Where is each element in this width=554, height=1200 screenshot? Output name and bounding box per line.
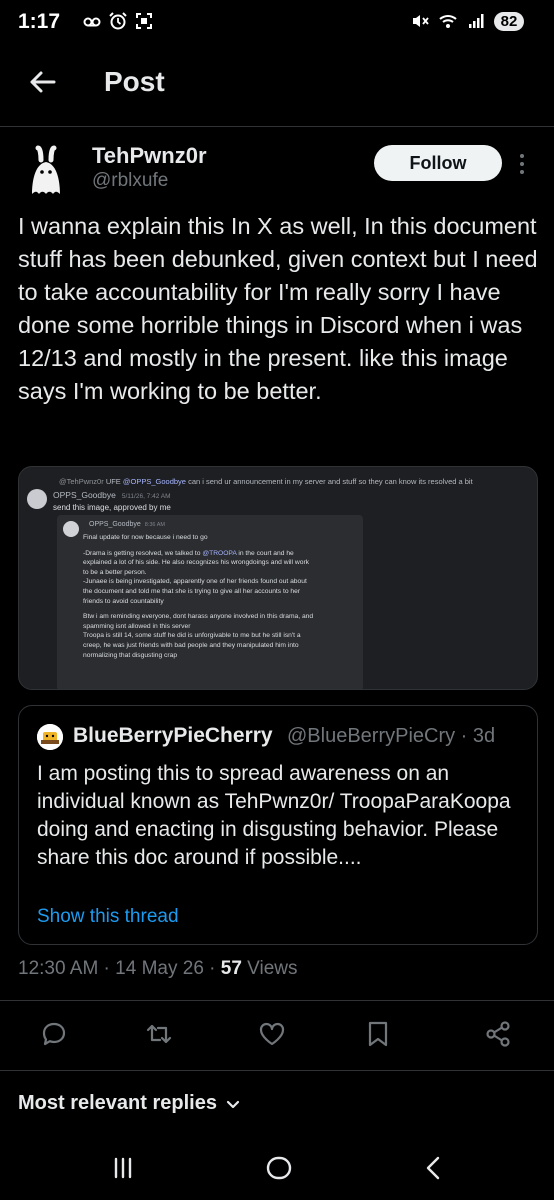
quoted-avatar (37, 724, 63, 750)
status-notification-icons (82, 11, 154, 31)
meta-divider (0, 1000, 554, 1001)
more-options-icon[interactable] (516, 152, 528, 176)
page-title: Post (104, 66, 165, 97)
signal-icon (469, 14, 484, 28)
header-divider (0, 126, 554, 127)
mute-icon (413, 15, 429, 27)
quoted-avatar-icon (37, 724, 63, 750)
bookmark-icon[interactable] (364, 1020, 392, 1048)
views-label: Views (241, 958, 298, 979)
image-inner-avatar (63, 521, 79, 537)
image-inner-line: creep, he was just friends with bad peop… (83, 642, 299, 649)
like-icon[interactable] (258, 1020, 286, 1048)
battery-badge: 82 (494, 11, 524, 31)
image-user-avatar (27, 489, 47, 509)
image-inner-line: Troopa is still 14, some stuff he did is… (83, 632, 301, 640)
image-inner-line: the document and told me that she is try… (83, 588, 301, 595)
recent-apps-icon[interactable] (107, 1152, 139, 1184)
image-inner-line: friends to avoid countability (83, 597, 164, 605)
system-navigation-bar (0, 1140, 554, 1200)
post-image[interactable]: @TehPwnz0r UFE @OPPS_Goodbye can i send … (18, 466, 538, 690)
show-thread-link[interactable]: Show this thread (37, 906, 179, 928)
author-handle[interactable]: @rblxufe (92, 170, 168, 192)
author-avatar[interactable] (18, 142, 74, 198)
post-text: I wanna explain this In X as well, In th… (18, 213, 538, 404)
image-inner-line: to be a better person. (83, 568, 147, 576)
reply-icon[interactable] (40, 1020, 68, 1048)
status-bar: 1:17 82 (0, 0, 554, 44)
alarm-icon (109, 12, 127, 30)
ghost-bunny-icon (18, 142, 74, 198)
image-message-user: OPPS_Goodbye 5/11/26, 7:42 AM (53, 490, 171, 500)
image-inner-line: explained a lot of his side. He also rec… (83, 559, 310, 567)
image-inner-line: normalizing that disgusting crap (83, 651, 178, 659)
home-icon[interactable] (263, 1152, 295, 1184)
image-inner-message: OPPS_Goodbye 8:36 AM Final update for now… (57, 515, 363, 689)
status-system-icons: 82 (410, 11, 524, 31)
wifi-icon (439, 15, 457, 28)
actions-divider (0, 1070, 554, 1071)
quoted-text: I am posting this to spread awareness on… (37, 762, 511, 869)
quoted-post[interactable]: BlueBerryPieCherry @BlueBerryPieCry · 3d… (18, 705, 538, 945)
quoted-handle: @BlueBerryPieCry · 3d (287, 725, 496, 747)
back-arrow-icon[interactable] (26, 66, 58, 98)
follow-button[interactable]: Follow (374, 145, 502, 181)
quoted-display-name: BlueBerryPieCherry (73, 724, 273, 747)
top-app-bar: Post (0, 60, 554, 110)
repost-icon[interactable] (145, 1020, 173, 1048)
back-icon[interactable] (418, 1152, 450, 1184)
image-inner-line: -Drama is getting resolved, we talked to… (83, 549, 294, 557)
image-reply-line: @TehPwnz0r UFE @OPPS_Goodbye can i send … (59, 477, 473, 486)
image-inner-line: -Junaee is being investigated, apparentl… (83, 578, 307, 586)
image-inner-line: Btw i am reminding everyone, dont harass… (83, 613, 314, 621)
post-timestamp: 12:30 AM · 14 May 26 · (18, 958, 221, 979)
image-inner-line: Final update for now because i need to g… (83, 534, 208, 541)
image-inner-user: OPPS_Goodbye 8:36 AM (89, 521, 165, 528)
views-count[interactable]: 57 (221, 958, 242, 979)
chevron-down-icon (226, 1100, 240, 1108)
action-bar (0, 1020, 554, 1054)
status-time: 1:17 (18, 10, 61, 33)
replies-sort-label: Most relevant replies (18, 1092, 217, 1114)
image-message-body: send this image, approved by me (53, 503, 171, 512)
voicemail-icon (83, 17, 101, 27)
author-display-name[interactable]: TehPwnz0r (92, 143, 207, 169)
post-meta: 12:30 AM · 14 May 26 · 57 Views (18, 958, 298, 980)
image-inner-line: spamming isnt allowed in this server (83, 622, 191, 630)
screenshot-icon (136, 13, 152, 29)
replies-sort-dropdown[interactable]: Most relevant replies (18, 1092, 241, 1115)
share-icon[interactable] (484, 1020, 512, 1048)
